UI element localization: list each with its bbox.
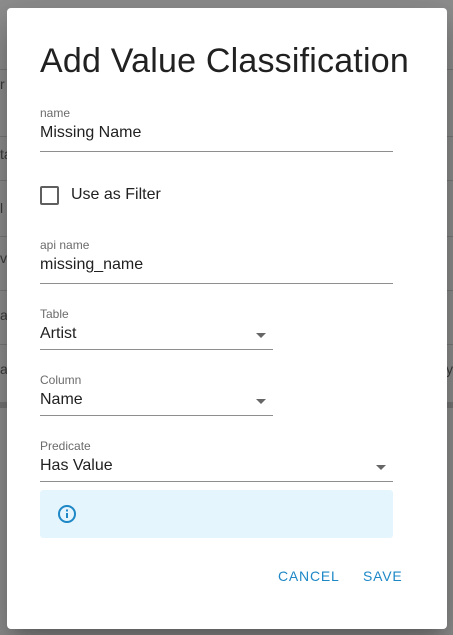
chevron-down-icon[interactable] [256, 399, 266, 404]
use-as-filter-checkbox[interactable]: Use as Filter [40, 185, 161, 205]
table-select-underline [40, 349, 273, 350]
column-select-underline [40, 415, 273, 416]
chevron-down-icon[interactable] [376, 465, 386, 470]
background-text: ta [0, 146, 7, 162]
column-select-value[interactable]: Name [40, 391, 83, 409]
predicate-select-value[interactable]: Has Value [40, 457, 113, 475]
add-value-classification-dialog: Add Value Classification name Use as Fil… [7, 8, 447, 629]
save-button[interactable]: SAVE [363, 568, 403, 584]
api-name-field[interactable]: api name [40, 238, 393, 286]
background-text: a [0, 307, 7, 323]
api-name-input[interactable] [40, 256, 393, 274]
background-text: l [0, 200, 4, 216]
table-select-label: Table [40, 307, 69, 321]
name-field-label: name [40, 106, 71, 120]
info-icon [58, 505, 76, 523]
background-text: v [0, 250, 7, 266]
background-text: a [0, 361, 7, 377]
predicate-select-label: Predicate [40, 439, 91, 453]
predicate-select-underline [40, 481, 393, 482]
checkbox-icon[interactable] [40, 185, 59, 205]
background-text: y [446, 361, 453, 377]
cancel-button[interactable]: CANCEL [278, 568, 340, 584]
name-field[interactable]: name [40, 106, 393, 154]
background-text: r [0, 76, 5, 92]
info-alert [40, 490, 393, 538]
api-name-field-label: api name [40, 238, 90, 252]
dialog-title: Add Value Classification [40, 42, 409, 80]
use-as-filter-label: Use as Filter [71, 186, 161, 203]
api-name-field-underline [40, 283, 393, 284]
table-select[interactable]: Table Artist [40, 307, 273, 351]
predicate-select[interactable]: Predicate Has Value [40, 439, 393, 483]
name-field-underline [40, 151, 393, 152]
chevron-down-icon[interactable] [256, 333, 266, 338]
name-input[interactable] [40, 124, 393, 142]
column-select[interactable]: Column Name [40, 373, 273, 417]
table-select-value[interactable]: Artist [40, 325, 76, 343]
column-select-label: Column [40, 373, 82, 387]
